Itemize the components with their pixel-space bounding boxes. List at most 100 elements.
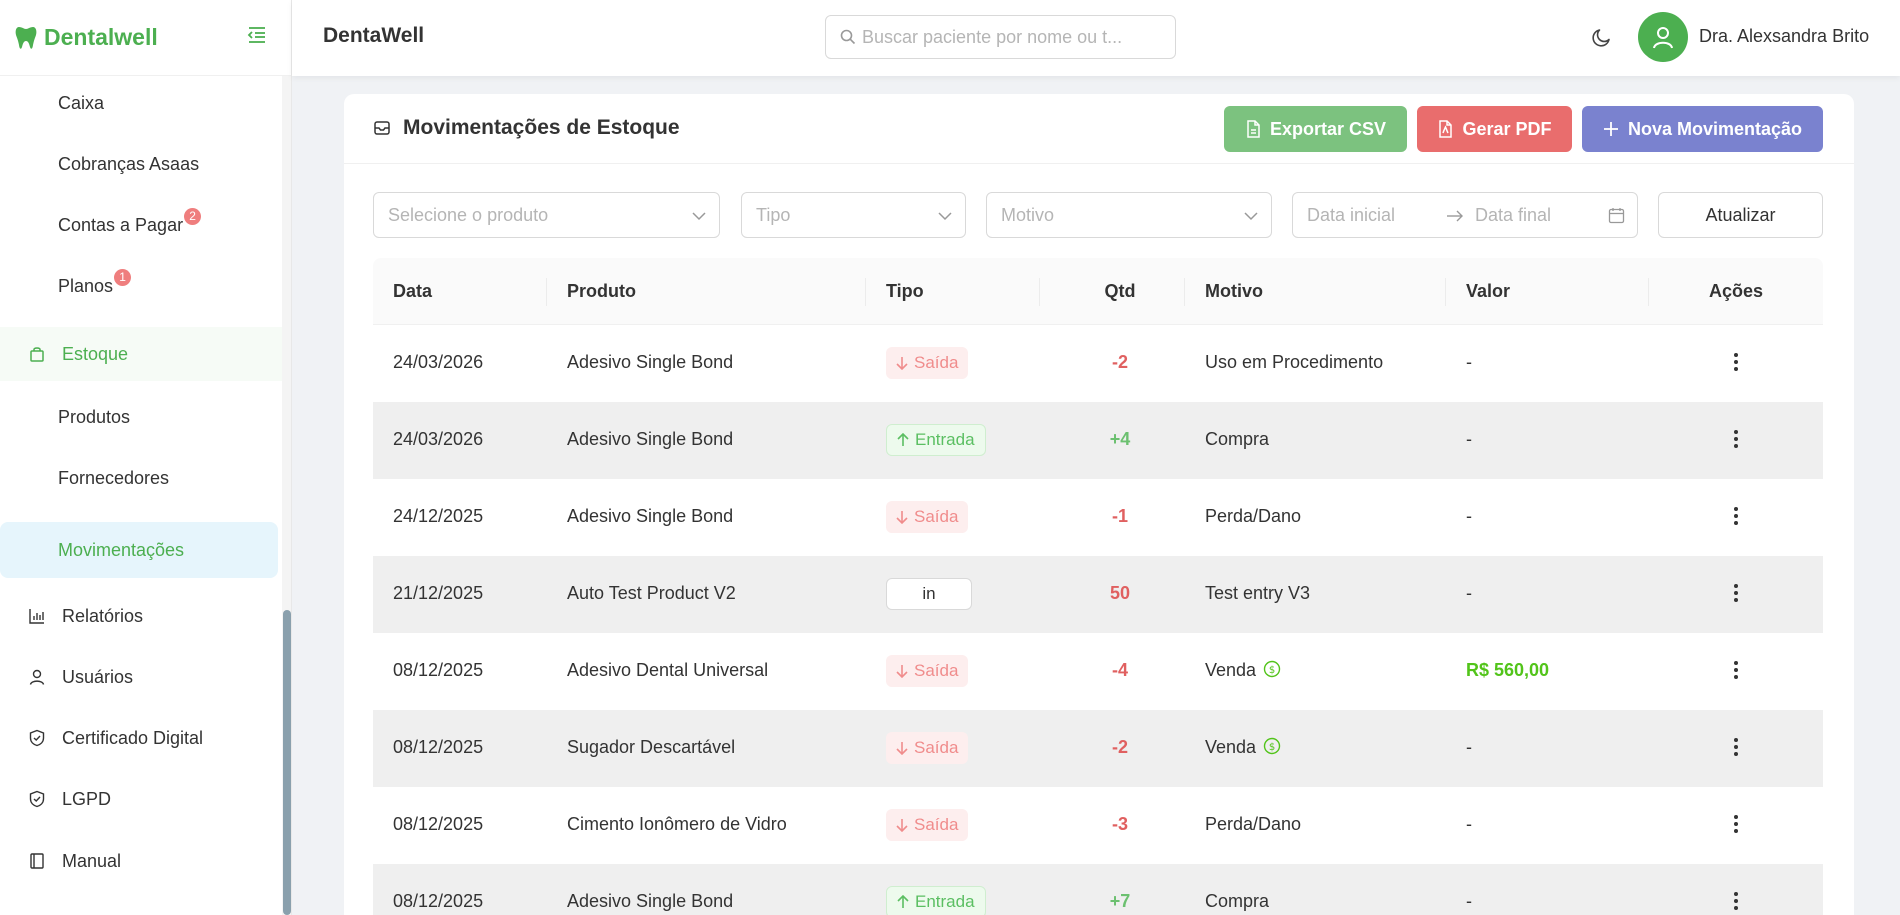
cell-value: - <box>1466 583 1472 603</box>
search-input[interactable] <box>862 26 1162 48</box>
table-row[interactable]: 08/12/2025 Sugador Descartável Saída -2 … <box>373 710 1823 787</box>
export-csv-label: Exportar CSV <box>1269 118 1387 139</box>
search-icon <box>840 29 856 45</box>
sidebar-item-caixa[interactable]: Caixa <box>0 76 282 130</box>
more-actions-icon[interactable] <box>1732 812 1740 836</box>
cell-reason: Test entry V3 <box>1205 583 1311 603</box>
refresh-button[interactable]: Atualizar <box>1658 192 1823 238</box>
sidebar-item-label: Usuários <box>62 666 134 687</box>
notification-badge: 2 <box>184 207 202 225</box>
column-divider <box>865 278 866 306</box>
date-start-placeholder[interactable]: Data inicial <box>1307 205 1395 226</box>
sidebar-item-manual[interactable]: Manual <box>0 834 282 888</box>
sidebar-item-fornecedores[interactable]: Fornecedores <box>0 451 282 505</box>
top-header: DentaWell Dra. Alexsandra Brito <box>292 0 1900 76</box>
type-select[interactable]: Tipo <box>741 192 966 238</box>
column-header-tipo[interactable]: Tipo <box>886 281 924 302</box>
cell-reason: Uso em Procedimento <box>1205 352 1384 372</box>
table-row[interactable]: 24/03/2026 Adesivo Single Bond Saída -2 … <box>373 325 1823 402</box>
column-header-qtd[interactable]: Qtd <box>1070 281 1170 302</box>
reason-select-placeholder: Motivo <box>1001 204 1055 225</box>
cell-date: 24/03/2026 <box>393 429 484 449</box>
cell-product: Sugador Descartável <box>567 737 736 757</box>
sidebar-item-label: Certificado Digital <box>62 727 204 748</box>
cell-value: - <box>1466 352 1472 372</box>
table-header: Data Produto Tipo Qtd Motivo Valor Ações <box>373 258 1823 325</box>
more-actions-icon[interactable] <box>1732 889 1740 913</box>
cell-product: Adesivo Single Bond <box>567 891 734 911</box>
sidebar-item-label: Manual <box>62 850 122 871</box>
column-header-motivo[interactable]: Motivo <box>1205 281 1263 302</box>
column-divider <box>1039 278 1040 306</box>
table-row[interactable]: 08/12/2025 Cimento Ionômero de Vidro Saí… <box>373 787 1823 864</box>
column-header-data[interactable]: Data <box>393 281 432 302</box>
type-tag-in: Entrada <box>886 424 986 456</box>
sidebar-item-lgpd[interactable]: LGPD <box>0 772 282 826</box>
cell-qty: -3 <box>1111 814 1128 834</box>
product-select[interactable]: Selecione o produto <box>373 192 720 238</box>
table-row[interactable]: 24/12/2025 Adesivo Single Bond Saída -1 … <box>373 479 1823 556</box>
date-range-picker[interactable]: Data inicial Data final <box>1292 192 1638 238</box>
date-end-placeholder[interactable]: Data final <box>1475 205 1551 226</box>
cell-product: Adesivo Single Bond <box>567 429 734 449</box>
arrow-down-icon <box>896 665 908 678</box>
more-actions-icon[interactable] <box>1732 427 1740 451</box>
arrow-down-icon <box>896 357 908 370</box>
cell-qty: -4 <box>1111 660 1128 680</box>
stock-movements-card: Movimentações de Estoque Exportar CSV Ge… <box>344 94 1854 915</box>
column-divider <box>1184 278 1185 306</box>
avatar[interactable] <box>1638 12 1688 62</box>
more-actions-icon[interactable] <box>1732 735 1740 759</box>
cell-reason: Venda $ <box>1205 660 1281 681</box>
table-row[interactable]: 21/12/2025 Auto Test Product V2 in 50 Te… <box>373 556 1823 633</box>
type-tag-label: in <box>922 584 936 603</box>
file-icon <box>1247 120 1260 138</box>
table-row[interactable]: 08/12/2025 Adesivo Dental Universal Saíd… <box>373 633 1823 710</box>
tooth-icon <box>15 26 37 49</box>
brand-name: Dentalwell <box>44 24 158 50</box>
sidebar-item-label: LGPD <box>62 788 112 809</box>
shield-check-icon <box>28 790 46 808</box>
type-tag-out: Saída <box>886 809 969 841</box>
export-csv-button[interactable]: Exportar CSV <box>1224 106 1407 152</box>
sidebar-scrollbar[interactable] <box>282 76 291 915</box>
table-row[interactable]: 24/03/2026 Adesivo Single Bond Entrada +… <box>373 402 1823 479</box>
more-actions-icon[interactable] <box>1732 658 1740 682</box>
cell-value: - <box>1466 737 1472 757</box>
type-tag-label: Saída <box>914 738 959 757</box>
patient-search[interactable] <box>825 15 1176 59</box>
more-actions-icon[interactable] <box>1732 504 1740 528</box>
product-select-placeholder: Selecione o produto <box>388 204 549 225</box>
menu-collapse-icon[interactable] <box>246 24 268 46</box>
column-header-produto[interactable]: Produto <box>567 281 636 302</box>
reason-select[interactable]: Motivo <box>986 192 1272 238</box>
arrow-down-icon <box>896 511 908 524</box>
generate-pdf-button[interactable]: Gerar PDF <box>1417 106 1572 152</box>
table-row[interactable]: 08/12/2025 Adesivo Single Bond Entrada +… <box>373 864 1823 915</box>
type-tag-label: Saída <box>914 507 959 526</box>
scrollbar-thumb[interactable] <box>283 610 291 915</box>
cell-date: 08/12/2025 <box>393 660 484 680</box>
type-tag-out: Saída <box>886 655 969 687</box>
sidebar-item-usuarios[interactable]: Usuários <box>0 650 282 704</box>
moon-icon[interactable] <box>1590 25 1614 49</box>
sidebar-item-cobrancas-asaas[interactable]: Cobranças Asaas <box>0 137 282 191</box>
more-actions-icon[interactable] <box>1732 581 1740 605</box>
sidebar-item-relatorios[interactable]: Relatórios <box>0 589 282 643</box>
cell-qty: 50 <box>1109 583 1131 603</box>
more-actions-icon[interactable] <box>1732 350 1740 374</box>
column-divider <box>546 278 547 306</box>
type-tag-label: Entrada <box>915 430 975 449</box>
cell-value: - <box>1466 429 1472 449</box>
sidebar-item-produtos[interactable]: Produtos <box>0 390 282 444</box>
reason-text: Venda <box>1205 737 1257 757</box>
sidebar-item-estoque[interactable]: Estoque <box>0 327 282 381</box>
sidebar-item-movimentacoes[interactable]: Movimentações <box>0 522 278 578</box>
sidebar-item-certificado-digital[interactable]: Certificado Digital <box>0 711 282 765</box>
new-movement-button[interactable]: Nova Movimentação <box>1582 106 1823 152</box>
arrow-right-icon <box>1447 210 1463 222</box>
sidebar-item-contas-a-pagar[interactable]: Contas a Pagar 2 <box>0 198 282 252</box>
column-header-valor[interactable]: Valor <box>1466 281 1510 302</box>
sidebar-item-planos[interactable]: Planos 1 <box>0 259 282 313</box>
user-name[interactable]: Dra. Alexsandra Brito <box>1699 26 1869 47</box>
